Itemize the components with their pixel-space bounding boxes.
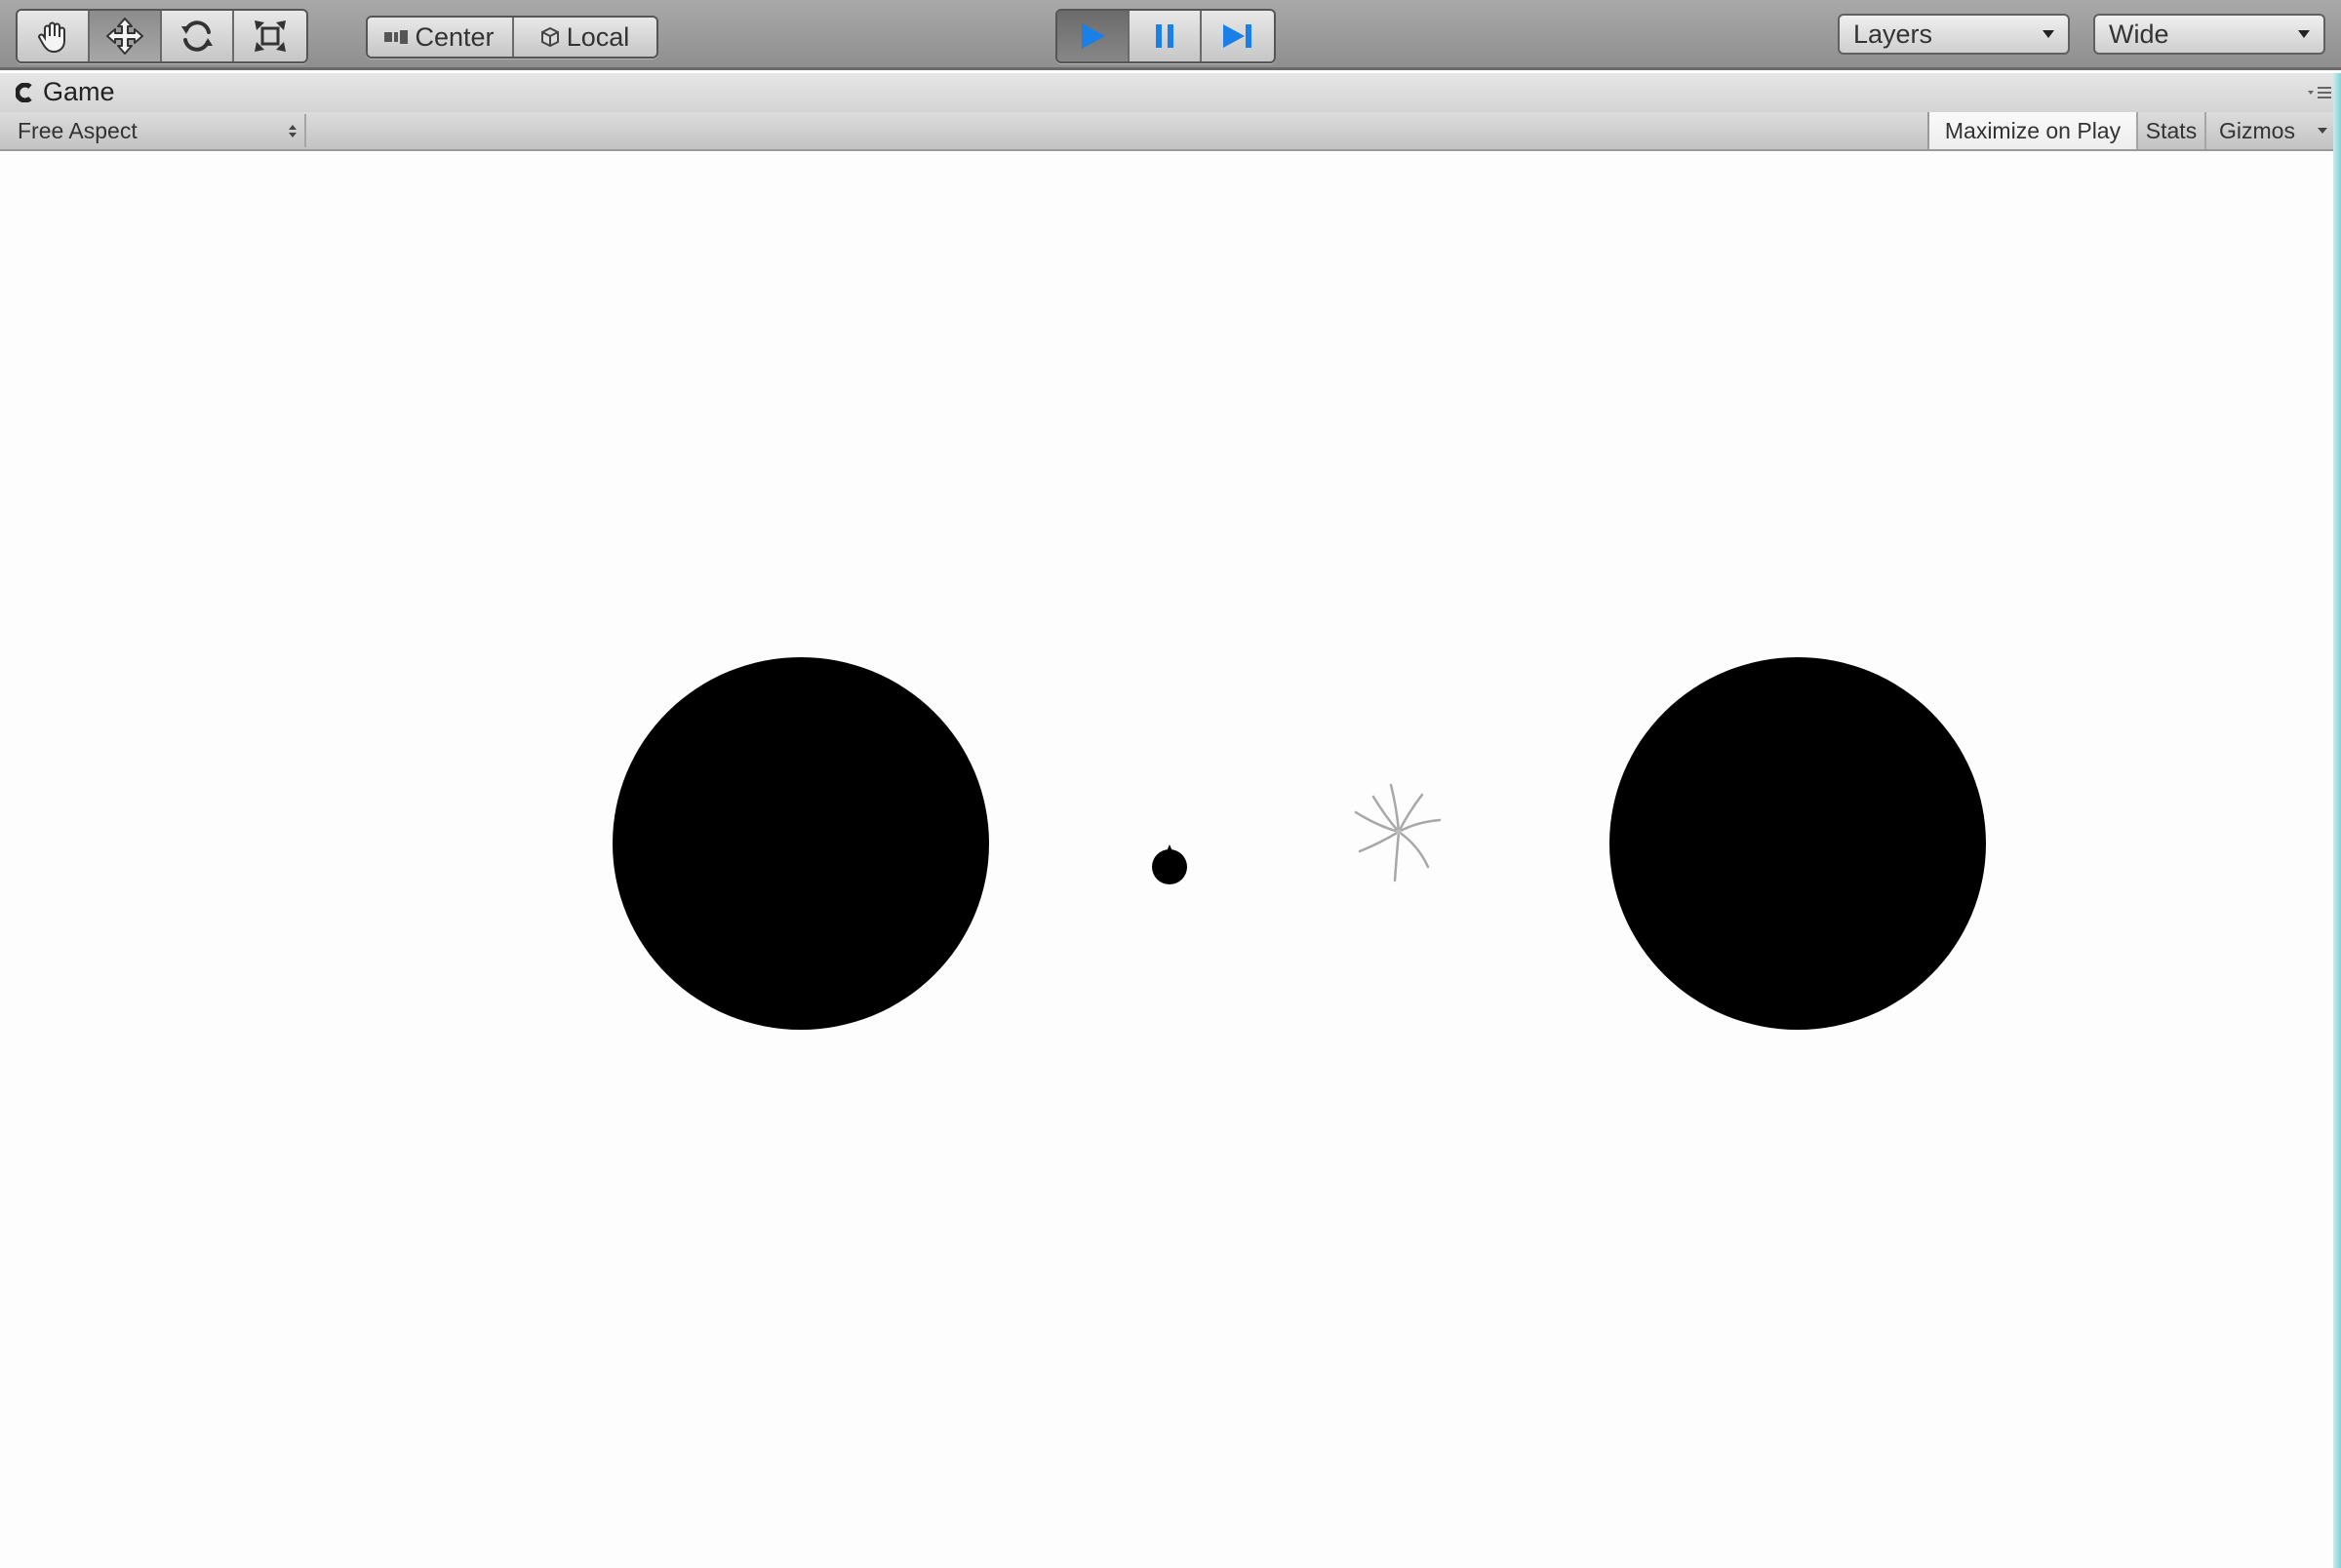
chevron-down-icon xyxy=(2308,91,2314,95)
pivot-center-button[interactable]: Center xyxy=(368,18,514,57)
cube-icon xyxy=(540,26,559,48)
unity-editor: Center Local Layers Wide Game Free Aspec… xyxy=(0,0,2341,1568)
hand-tool-button[interactable] xyxy=(18,11,90,61)
tab-game[interactable]: Game xyxy=(16,77,115,107)
pivot-controls: Center Local xyxy=(366,16,658,59)
stats-toggle[interactable]: Stats xyxy=(2136,112,2204,149)
pivot-local-label: Local xyxy=(566,21,630,52)
transform-tools xyxy=(16,9,308,63)
game-view-toolbar: Free Aspect Maximize on Play Stats Gizmo… xyxy=(0,112,2341,151)
move-tool-button[interactable] xyxy=(90,11,162,61)
step-icon xyxy=(1223,24,1251,48)
small-ball xyxy=(1152,844,1187,884)
pivot-center-label: Center xyxy=(415,21,495,52)
aspect-label: Free Aspect xyxy=(18,117,138,143)
chevron-down-icon xyxy=(2318,128,2327,134)
playback-controls xyxy=(1055,9,1276,63)
layers-dropdown[interactable]: Layers xyxy=(1838,14,2070,55)
scale-icon xyxy=(255,20,286,52)
play-icon xyxy=(1082,23,1105,49)
play-button[interactable] xyxy=(1057,11,1130,61)
game-tab-header: Game xyxy=(0,73,2341,112)
maximize-label: Maximize on Play xyxy=(1944,117,2122,143)
pause-icon xyxy=(1156,24,1173,48)
pivot-center-icon xyxy=(384,30,409,44)
layout-label: Wide xyxy=(2109,19,2169,49)
menu-lines-icon xyxy=(2318,87,2331,98)
step-button[interactable] xyxy=(1202,11,1274,61)
gizmos-toggle[interactable]: Gizmos xyxy=(2204,112,2308,149)
scale-tool-button[interactable] xyxy=(234,11,306,61)
game-controller-icon xyxy=(16,82,32,102)
chevron-down-icon xyxy=(2298,30,2310,38)
layers-label: Layers xyxy=(1853,19,1933,49)
hand-icon xyxy=(37,21,65,54)
tab-context-menu[interactable] xyxy=(2308,87,2331,98)
layout-dropdown[interactable]: Wide xyxy=(2093,14,2325,55)
game-viewport[interactable] xyxy=(0,151,2333,1568)
maximize-on-play-toggle[interactable]: Maximize on Play xyxy=(1927,112,2136,149)
move-arrows-icon xyxy=(106,18,143,55)
rotate-tool-button[interactable] xyxy=(162,11,234,61)
pivot-local-button[interactable]: Local xyxy=(514,18,656,57)
right-planet xyxy=(1609,657,1986,1030)
left-planet xyxy=(613,657,989,1030)
chevron-down-icon xyxy=(2043,30,2054,38)
aspect-ratio-select[interactable]: Free Aspect xyxy=(6,114,306,147)
pause-button[interactable] xyxy=(1130,11,1202,61)
updown-arrows-icon xyxy=(289,124,297,137)
window-edge xyxy=(2333,73,2341,1568)
tab-game-label: Game xyxy=(43,77,115,106)
stats-label: Stats xyxy=(2145,117,2198,143)
main-toolbar: Center Local Layers Wide xyxy=(0,0,2341,70)
sparkle-effect xyxy=(1354,783,1442,882)
gizmos-label: Gizmos xyxy=(2219,117,2295,143)
rotate-icon xyxy=(181,20,213,52)
